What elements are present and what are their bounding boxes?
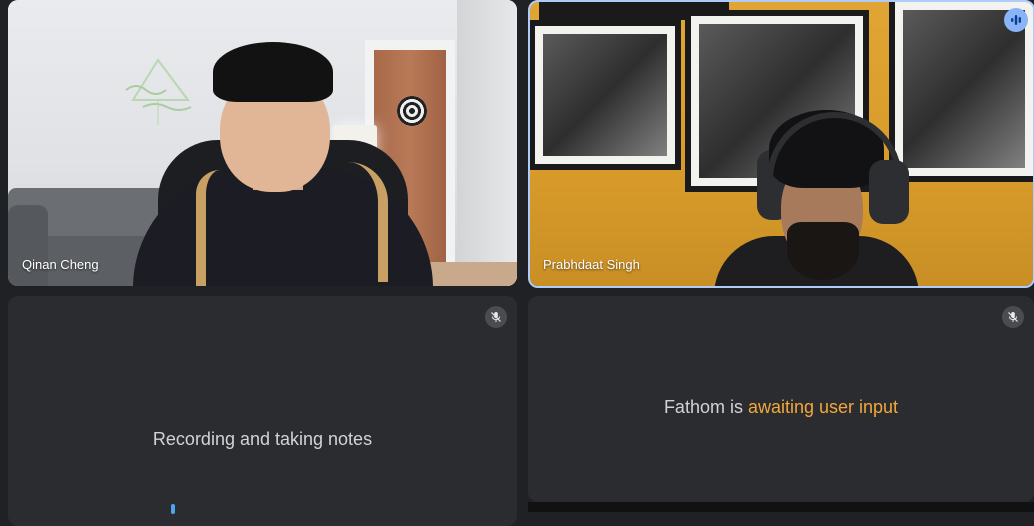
- fathom-status-text: Fathom is awaiting user input: [528, 397, 1034, 418]
- hoodie-trim-right: [338, 162, 388, 282]
- sofa-arm: [8, 205, 48, 286]
- bottom-edge: [528, 502, 1034, 512]
- audio-bars-icon: [1004, 8, 1028, 32]
- fathom-bot-tile[interactable]: Fathom is awaiting user input: [528, 296, 1034, 502]
- participant-name-label: Qinan Cheng: [22, 257, 99, 272]
- participant-tile-prabhdaat-singh[interactable]: Prabhdaat Singh: [529, 0, 1034, 286]
- participant-name-label: Prabhdaat Singh: [543, 257, 640, 272]
- participant-beard: [787, 222, 859, 280]
- fathom-status-highlight: awaiting user input: [747, 397, 899, 417]
- headphone-right: [869, 160, 909, 224]
- mic-off-icon: [1002, 306, 1024, 328]
- wall-edge: [457, 0, 517, 286]
- hoodie-trim-left: [196, 170, 220, 286]
- participant-tile-qinan-cheng[interactable]: Qinan Cheng: [8, 0, 517, 286]
- fathom-status-prefix: Fathom is: [663, 397, 748, 417]
- participant-hair: [213, 42, 333, 102]
- mic-off-icon: [485, 306, 507, 328]
- wall-photo-frame: [529, 20, 681, 170]
- dartboard: [397, 96, 427, 126]
- recording-status-text: Recording and taking notes: [152, 429, 373, 449]
- neon-sign-decoration: [125, 58, 192, 125]
- recording-bot-tile[interactable]: Recording and taking notes: [8, 296, 517, 526]
- audio-level-indicator: [171, 504, 175, 514]
- floor: [428, 262, 517, 286]
